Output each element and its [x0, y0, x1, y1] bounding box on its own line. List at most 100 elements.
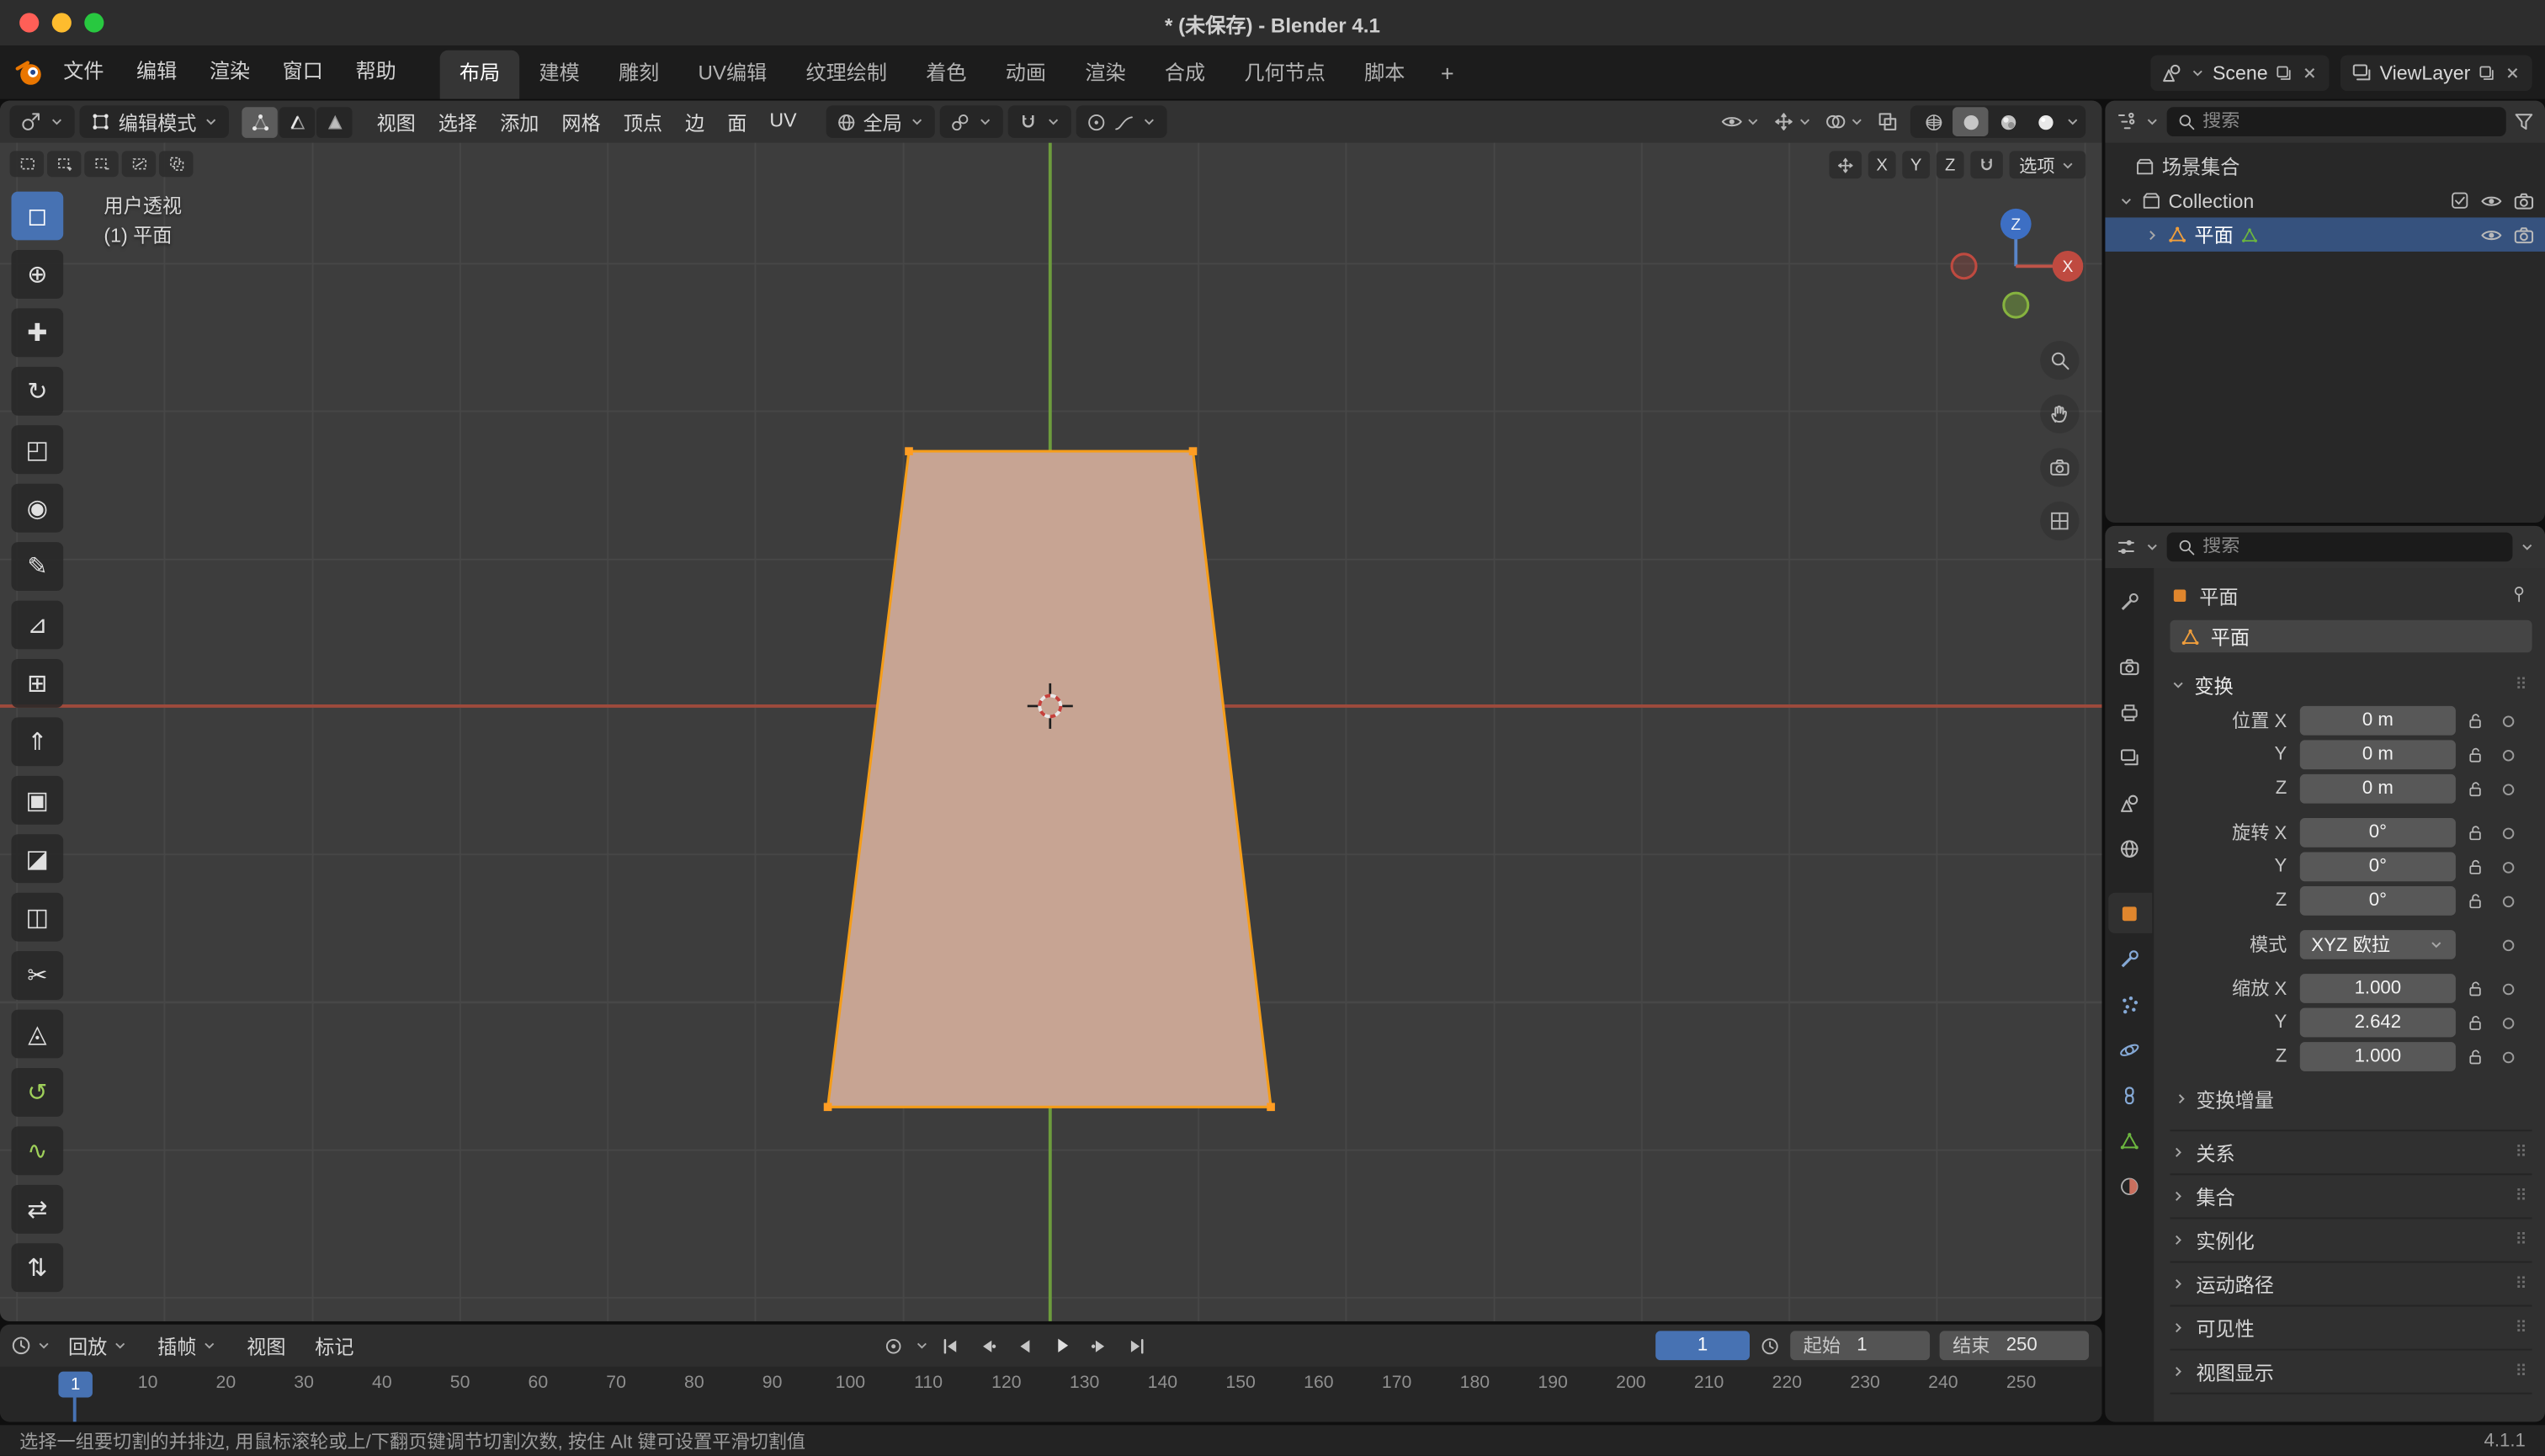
select-mode-new-button[interactable]	[10, 151, 44, 177]
workspace-tab[interactable]: 着色	[906, 50, 986, 99]
filter-icon[interactable]	[2512, 110, 2535, 133]
chevron-down-icon[interactable]	[2144, 539, 2160, 555]
select-mode-invert-button[interactable]	[122, 151, 156, 177]
remove-viewlayer-icon[interactable]	[2503, 62, 2522, 82]
viewport-menu[interactable]: 顶点	[612, 108, 673, 136]
timeline-ruler[interactable]: 1020304050607080901001101201301401501601…	[0, 1367, 2101, 1422]
section-viewport-display[interactable]: 视图显示⠿	[2170, 1351, 2532, 1395]
shading-material-button[interactable]	[1990, 107, 2025, 136]
collection-row[interactable]: Collection	[2105, 183, 2545, 217]
viewport-canvas[interactable]: Z X X Y Z 选项	[0, 143, 2101, 1321]
disable-render-icon[interactable]	[2512, 223, 2535, 246]
new-viewlayer-icon[interactable]	[2477, 62, 2496, 82]
animate-dot[interactable]	[2502, 939, 2514, 951]
current-frame-field[interactable]: 1	[1655, 1331, 1750, 1360]
axis-x-toggle[interactable]: X	[1868, 151, 1896, 178]
panel-grip[interactable]: ⠿	[2516, 1319, 2532, 1336]
mode-selector[interactable]: 编辑模式	[79, 105, 228, 138]
object-name-field[interactable]: 平面	[2170, 620, 2532, 653]
topbar-menu[interactable]: 文件	[47, 45, 120, 99]
chevron-down-icon[interactable]	[2519, 539, 2535, 555]
location-x-field[interactable]: 0 m	[2300, 706, 2456, 736]
expand-icon[interactable]	[2144, 226, 2160, 242]
tool-move[interactable]: ✚	[11, 308, 63, 357]
gizmo-x[interactable]	[2053, 251, 2084, 282]
workspace-tab[interactable]: 动画	[986, 50, 1066, 99]
frame-end-field[interactable]: 结束 250	[1940, 1331, 2089, 1360]
tab-modifiers[interactable]	[2107, 938, 2151, 979]
lock-icon[interactable]	[2465, 891, 2484, 911]
plane-object-row[interactable]: 平面	[2105, 217, 2545, 251]
xray-toggle[interactable]	[1876, 110, 1899, 133]
panel-grip[interactable]: ⠿	[2516, 1363, 2532, 1380]
collection-checkbox[interactable]	[2449, 190, 2470, 211]
ortho-toggle-button[interactable]	[2040, 502, 2079, 540]
transform-panel-header[interactable]: 变换 ⠿	[2170, 666, 2532, 704]
workspace-tab[interactable]: 渲染	[1065, 50, 1145, 99]
scale-y-field[interactable]: 2.642	[2300, 1008, 2456, 1038]
lock-icon[interactable]	[2465, 979, 2484, 998]
tool-add-cube[interactable]: ⊞	[11, 659, 63, 708]
navigation-gizmo[interactable]: Z X	[1952, 209, 2083, 317]
properties-search[interactable]	[2167, 533, 2513, 562]
animate-dot[interactable]	[2502, 1051, 2514, 1063]
select-mode-extend-button[interactable]	[47, 151, 81, 177]
topbar-menu[interactable]: 帮助	[339, 45, 412, 99]
tool-extrude-region[interactable]: ⇑	[11, 717, 63, 766]
section-visibility[interactable]: 可见性⠿	[2170, 1306, 2532, 1350]
tab-object-data[interactable]	[2107, 1120, 2151, 1161]
tool-shrink-fatten[interactable]: ⇅	[11, 1243, 63, 1292]
zoom-button[interactable]	[2040, 341, 2079, 380]
viewport-menu[interactable]: UV	[758, 108, 808, 136]
chevron-down-icon[interactable]	[914, 1337, 930, 1353]
gizmos-dropdown[interactable]	[1772, 110, 1813, 133]
jump-to-end-button[interactable]	[1120, 1329, 1154, 1362]
tool-loop-cut[interactable]: ◫	[11, 893, 63, 942]
shading-wireframe-button[interactable]	[1915, 107, 1951, 136]
workspace-tab[interactable]: 合成	[1145, 50, 1225, 99]
viewport-menu[interactable]: 网格	[550, 108, 612, 136]
overlays-dropdown[interactable]	[1825, 110, 1865, 133]
viewport-menu[interactable]: 选择	[427, 108, 488, 136]
tab-render[interactable]	[2107, 646, 2151, 687]
animate-dot[interactable]	[2502, 895, 2514, 907]
view-menu[interactable]: 视图	[234, 1331, 299, 1359]
axis-y-toggle[interactable]: Y	[1902, 151, 1930, 178]
snap-toggle[interactable]	[1007, 105, 1071, 138]
animate-dot[interactable]	[2502, 1017, 2514, 1028]
section-motion-paths[interactable]: 运动路径⠿	[2170, 1262, 2532, 1306]
workspace-tab[interactable]: 脚本	[1345, 50, 1425, 99]
animate-dot[interactable]	[2502, 827, 2514, 839]
lock-icon[interactable]	[2465, 857, 2484, 876]
tool-knife[interactable]: ✂	[11, 951, 63, 1000]
rotation-y-field[interactable]: 0°	[2300, 852, 2456, 881]
tool-options-dropdown[interactable]: 选项	[2010, 151, 2086, 178]
tab-particles[interactable]	[2107, 984, 2151, 1024]
add-workspace-button[interactable]: +	[1426, 59, 1469, 85]
tool-rotate[interactable]: ↻	[11, 367, 63, 416]
section-relations[interactable]: 关系⠿	[2170, 1131, 2532, 1175]
topbar-menu[interactable]: 窗口	[266, 45, 339, 99]
workspace-tab[interactable]: UV编辑	[678, 50, 786, 99]
tab-view-layer[interactable]	[2107, 737, 2151, 778]
transform-orientation-selector[interactable]: 全局	[826, 105, 934, 138]
topbar-menu[interactable]: 渲染	[194, 45, 267, 99]
select-mode-subtract-button[interactable]	[84, 151, 118, 177]
minimize-window-button[interactable]	[52, 13, 72, 32]
play-reverse-button[interactable]	[1008, 1329, 1043, 1362]
hide-viewport-icon[interactable]	[2480, 223, 2503, 246]
tool-spin[interactable]: ↺	[11, 1068, 63, 1117]
section-collections[interactable]: 集合⠿	[2170, 1175, 2532, 1219]
workspace-tab[interactable]: 建模	[519, 50, 599, 99]
marker-menu[interactable]: 标记	[302, 1331, 367, 1359]
jump-to-start-button[interactable]	[933, 1329, 968, 1362]
outliner-search[interactable]	[2167, 107, 2506, 136]
animate-dot[interactable]	[2502, 784, 2514, 795]
viewport-menu[interactable]: 添加	[489, 108, 550, 136]
properties-search-input[interactable]	[2202, 537, 2503, 556]
scene-selector[interactable]: Scene	[2151, 55, 2330, 90]
animate-dot[interactable]	[2502, 749, 2514, 760]
tool-bevel[interactable]: ◪	[11, 834, 63, 883]
pin-icon[interactable]	[2510, 583, 2529, 603]
gizmo-z[interactable]	[2000, 209, 2032, 240]
